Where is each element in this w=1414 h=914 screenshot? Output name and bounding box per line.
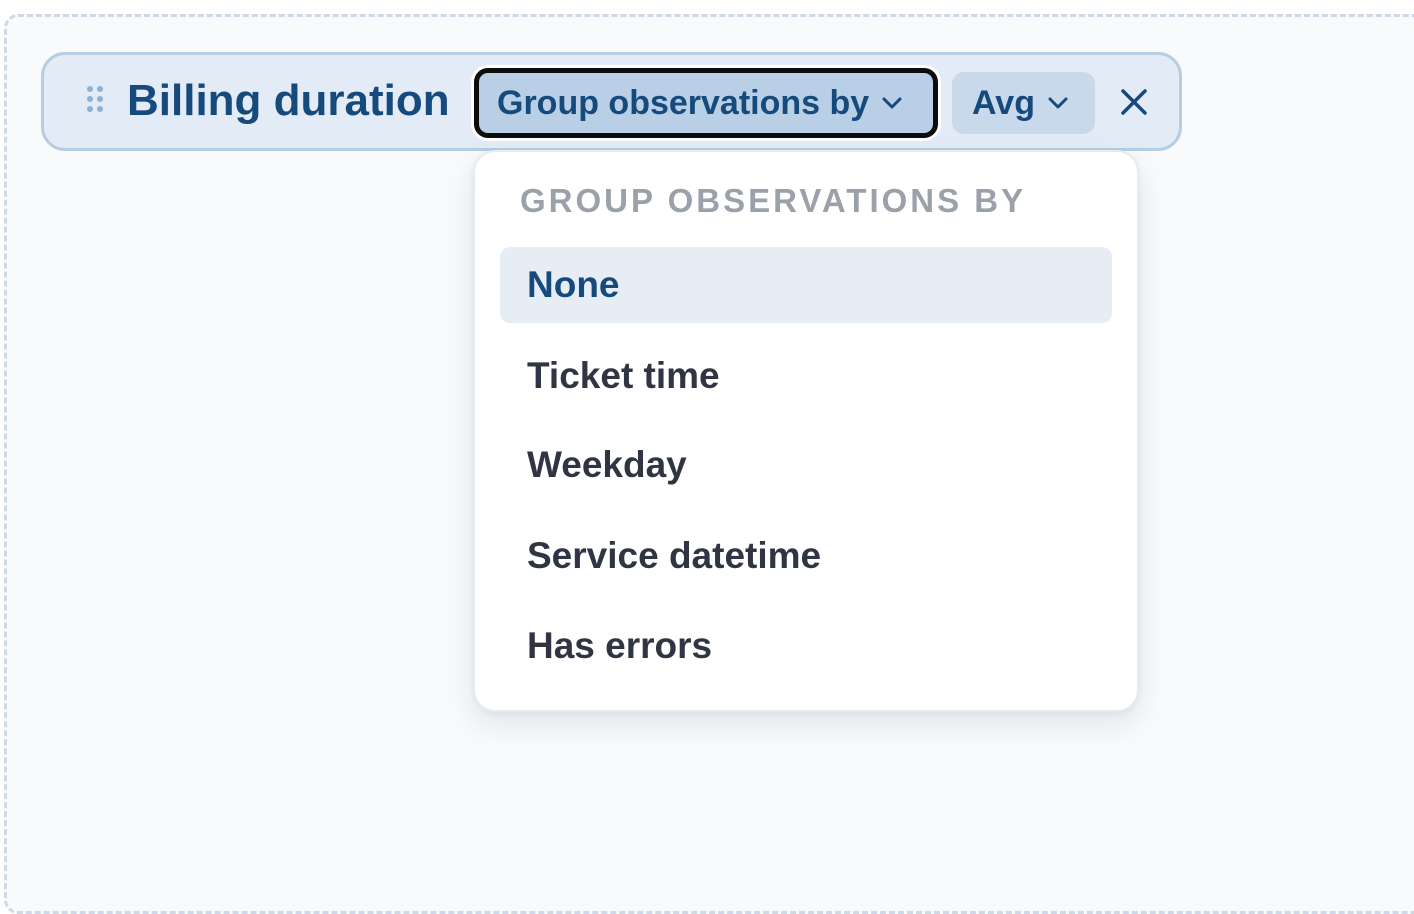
- aggregation-label: Avg: [972, 83, 1035, 122]
- group-observations-label: Group observations by: [497, 83, 870, 122]
- option-ticket-time[interactable]: Ticket time: [500, 338, 1112, 414]
- option-has-errors[interactable]: Has errors: [500, 608, 1112, 684]
- dropdown-header: GROUP OBSERVATIONS BY: [520, 182, 1027, 219]
- close-icon[interactable]: [1116, 84, 1152, 120]
- metric-title: Billing duration: [127, 76, 450, 125]
- option-label: Has errors: [527, 625, 713, 666]
- option-label: None: [527, 264, 620, 305]
- group-observations-button[interactable]: Group observations by: [474, 68, 938, 138]
- chevron-down-icon: [882, 97, 902, 109]
- option-label: Ticket time: [527, 355, 720, 396]
- chevron-down-icon: [1048, 97, 1068, 109]
- option-weekday[interactable]: Weekday: [500, 427, 1112, 503]
- option-label: Service datetime: [527, 535, 822, 576]
- drag-handle-icon[interactable]: [87, 86, 105, 118]
- option-service-datetime[interactable]: Service datetime: [500, 518, 1112, 594]
- option-none[interactable]: None: [500, 247, 1112, 323]
- group-by-dropdown-menu: GROUP OBSERVATIONS BY None Ticket time W…: [473, 150, 1139, 712]
- option-label: Weekday: [527, 444, 687, 485]
- aggregation-button[interactable]: Avg: [952, 72, 1095, 134]
